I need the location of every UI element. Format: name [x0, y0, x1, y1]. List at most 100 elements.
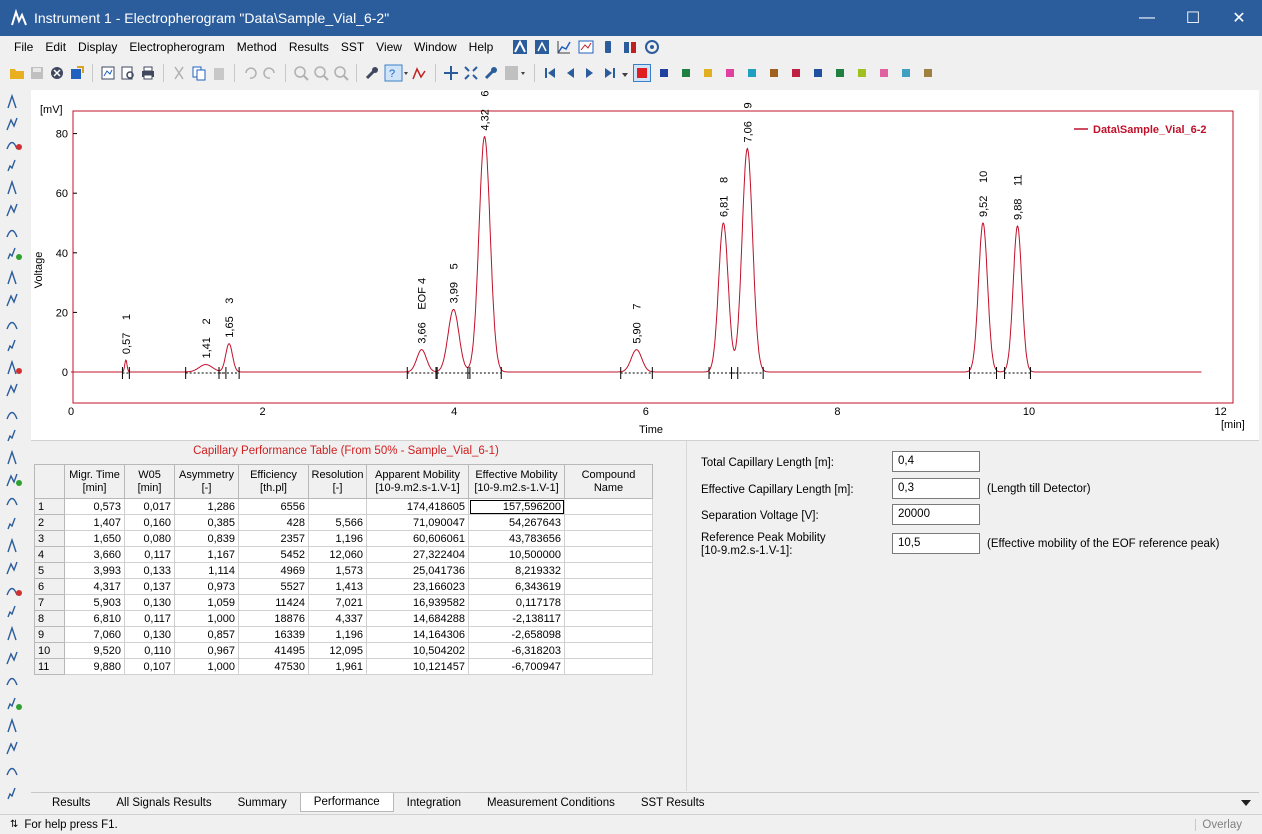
color-swatch[interactable] [704, 69, 712, 77]
peak-marker[interactable]: 7,06 9 [731, 102, 764, 379]
collapse-arrow-icon[interactable] [6, 587, 22, 597]
sequence-icon[interactable] [621, 38, 639, 56]
table-cell[interactable]: 0,130 [124, 626, 175, 643]
previous-icon[interactable] [561, 64, 579, 82]
table-cell[interactable]: 0,573 [64, 498, 125, 515]
table-cell[interactable]: 157,596200 [468, 498, 565, 515]
table-row[interactable]: 9 7,060 0,130 0,857 16339 1,196 14,164306 -2,65… [34, 626, 653, 643]
tab-performance[interactable]: Performance [299, 793, 394, 812]
peak-move-icon[interactable] [6, 497, 18, 506]
table-cell[interactable]: 6556 [238, 498, 309, 515]
row-index[interactable]: 11 [34, 658, 65, 675]
tab-integration[interactable]: Integration [394, 794, 474, 812]
table-cell[interactable]: 1,407 [64, 514, 125, 531]
color-swatch[interactable] [748, 69, 756, 77]
row-index[interactable]: 3 [34, 530, 65, 547]
table-cell[interactable]: 1,167 [174, 546, 239, 563]
zoom-in-icon[interactable] [292, 64, 310, 82]
table-cell[interactable]: 8,219332 [468, 562, 565, 579]
wrench-icon[interactable] [363, 64, 381, 82]
performance-table[interactable]: Migr. Time [min] W05 [min] Asymmetry [-] Effic… [34, 464, 653, 675]
peak-delete-icon[interactable] [6, 383, 18, 397]
tab-results[interactable]: Results [39, 794, 103, 812]
tab-sst-results[interactable]: SST Results [628, 794, 718, 812]
color-swatch[interactable] [858, 69, 866, 77]
table-cell[interactable]: 1,196 [308, 626, 367, 643]
row-index[interactable]: 6 [34, 578, 65, 595]
table-cell[interactable]: 4,337 [308, 610, 367, 627]
column-header[interactable] [34, 464, 65, 499]
column-header[interactable]: Asymmetry [-] [174, 464, 239, 499]
table-cell[interactable]: 25,041736 [366, 562, 469, 579]
color-swatch[interactable] [902, 69, 910, 77]
baseline-icon[interactable] [6, 141, 22, 151]
close-file-icon[interactable] [48, 64, 66, 82]
color-swatch[interactable] [726, 69, 734, 77]
color-swatch[interactable] [792, 69, 800, 77]
save-icon[interactable] [28, 64, 46, 82]
peak-name-icon[interactable] [7, 247, 22, 260]
integration-icon[interactable] [7, 359, 22, 375]
table-cell[interactable]: 14,684288 [366, 610, 469, 627]
table-cell[interactable]: 23,166023 [366, 578, 469, 595]
table-cell[interactable]: 9,520 [64, 642, 125, 659]
table-cell[interactable]: 0,117178 [468, 594, 565, 611]
table-cell[interactable]: 43,783656 [468, 530, 565, 547]
last-icon[interactable] [601, 64, 619, 82]
table-cell[interactable]: 0,160 [124, 514, 175, 531]
peak-negative-icon[interactable] [7, 537, 17, 553]
instrument-icon[interactable] [511, 38, 529, 56]
table-cell[interactable]: 18876 [238, 610, 309, 627]
peak-split-icon[interactable] [6, 229, 18, 238]
filter-icon[interactable] [6, 767, 18, 776]
table-cell[interactable]: -2,138117 [468, 610, 565, 627]
peak-marker[interactable]: 1,41 2 [185, 318, 227, 379]
row-index[interactable]: 1 [34, 498, 65, 515]
table-cell[interactable]: 27,322404 [366, 546, 469, 563]
print-icon[interactable] [139, 64, 157, 82]
chart-panel[interactable]: [mV] [min] Voltage Time Data\Sample_Vial… [31, 90, 1259, 440]
calibration-icon[interactable] [555, 38, 573, 56]
eof-icon[interactable] [6, 321, 18, 330]
table-row[interactable]: 8 6,810 0,117 1,000 18876 4,337 14,684288 -2,13… [34, 610, 653, 627]
zoom-icon[interactable] [312, 64, 330, 82]
peak-add-icon[interactable] [7, 179, 17, 195]
table-cell[interactable]: 1,650 [64, 530, 125, 547]
table-cell[interactable]: -6,318203 [468, 642, 565, 659]
peak-merge-icon[interactable] [7, 449, 17, 465]
export-icon[interactable] [68, 64, 86, 82]
column-header[interactable]: W05 [min] [124, 464, 175, 499]
peak-remove-icon[interactable] [6, 561, 18, 575]
total-length-input[interactable]: 0,4 [892, 451, 980, 472]
table-cell[interactable]: 54,267643 [468, 514, 565, 531]
table-cell[interactable]: 0,110 [124, 642, 175, 659]
table-cell[interactable]: 3,660 [64, 546, 125, 563]
tab-summary[interactable]: Summary [225, 794, 300, 812]
nav-dropdown-icon[interactable] [621, 64, 631, 82]
table-cell[interactable]: 0,117 [124, 610, 175, 627]
fit-icon[interactable] [462, 64, 480, 82]
table-row[interactable]: 3 1,650 0,080 0,839 2357 1,196 60,606061 43,783… [34, 530, 653, 547]
table-cell[interactable]: 16,939582 [366, 594, 469, 611]
table-cell[interactable]: 11424 [238, 594, 309, 611]
method-icon[interactable] [533, 38, 551, 56]
sum-icon[interactable] [7, 625, 17, 641]
table-cell[interactable]: 71,090047 [366, 514, 469, 531]
table-cell[interactable]: 4,317 [64, 578, 125, 595]
table-cell[interactable]: 0,107 [124, 658, 175, 675]
table-cell[interactable]: 4969 [238, 562, 309, 579]
close-button[interactable]: ✕ [1216, 0, 1262, 36]
mark-icon[interactable] [6, 677, 18, 686]
menu-sst[interactable]: SST [335, 37, 370, 57]
chart-window-icon[interactable] [577, 38, 595, 56]
table-cell[interactable]: 60,606061 [366, 530, 469, 547]
peak-end-icon[interactable] [6, 117, 18, 131]
color-swatch[interactable] [660, 69, 668, 77]
table-cell[interactable] [564, 578, 653, 595]
first-icon[interactable] [541, 64, 559, 82]
table-cell[interactable]: 5527 [238, 578, 309, 595]
table-cell[interactable] [564, 562, 653, 579]
move-icon[interactable] [442, 64, 460, 82]
minimize-button[interactable]: — [1124, 0, 1170, 36]
target-icon[interactable] [643, 38, 661, 56]
